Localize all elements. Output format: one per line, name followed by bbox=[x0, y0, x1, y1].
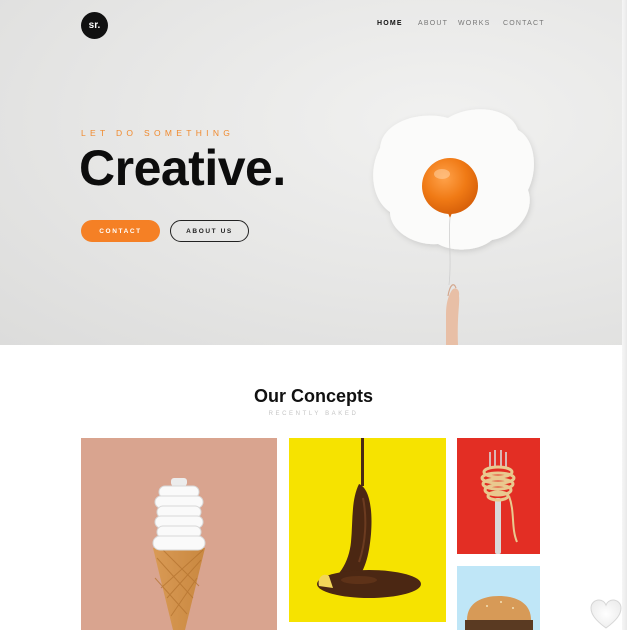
concept-tile-ice-cream[interactable] bbox=[81, 438, 277, 630]
spaghetti-fork-image bbox=[480, 450, 518, 554]
ice-cream-bulb-image bbox=[152, 478, 206, 630]
chocolate-banana-image bbox=[317, 438, 421, 598]
concept-tile-spaghetti[interactable] bbox=[457, 438, 540, 554]
nav-about[interactable]: ABOUT bbox=[418, 20, 448, 27]
concept-tile-burger[interactable] bbox=[457, 566, 540, 630]
concepts-subtitle: RECENTLY BAKED bbox=[268, 411, 359, 417]
hero-section: sr. HOME ABOUT WORKS CONTACT LET DO SOME… bbox=[0, 0, 627, 345]
concepts-title: Our Concepts bbox=[253, 386, 373, 406]
egg-balloon-image bbox=[373, 109, 534, 345]
main-nav: HOME ABOUT WORKS CONTACT bbox=[0, 20, 627, 32]
heart-icon[interactable] bbox=[585, 596, 627, 630]
nav-contact[interactable]: CONTACT bbox=[503, 20, 545, 27]
page: sr. HOME ABOUT WORKS CONTACT LET DO SOME… bbox=[0, 0, 627, 630]
about-us-button[interactable]: ABOUT US bbox=[170, 220, 249, 242]
nav-home[interactable]: HOME bbox=[377, 20, 403, 27]
concept-tile-banana[interactable] bbox=[289, 438, 446, 622]
nav-works[interactable]: WORKS bbox=[458, 20, 490, 27]
hero-eyebrow: LET DO SOMETHING bbox=[81, 128, 235, 138]
burger-image bbox=[465, 596, 533, 630]
page-edge bbox=[622, 0, 627, 630]
contact-button[interactable]: CONTACT bbox=[81, 220, 160, 242]
hero-headline: Creative. bbox=[79, 140, 286, 196]
